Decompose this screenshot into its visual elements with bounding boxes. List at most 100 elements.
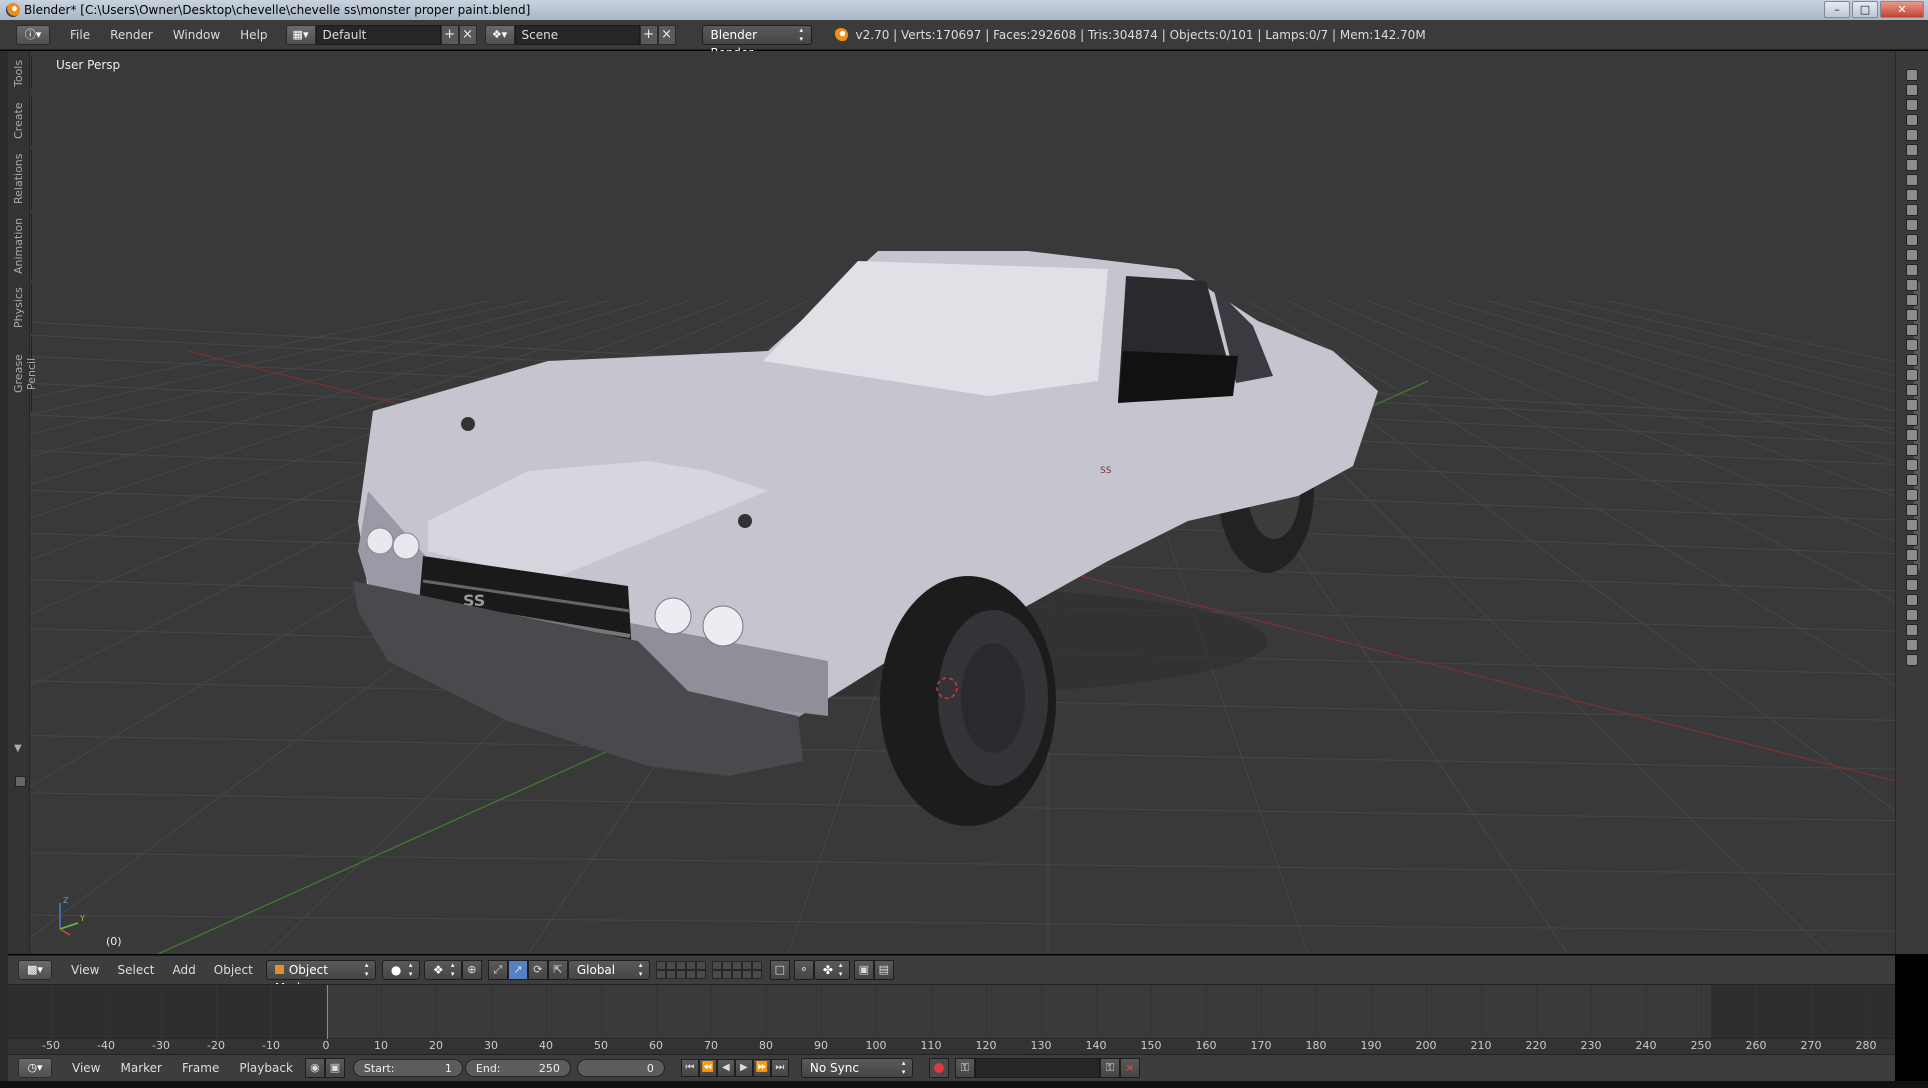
sync-mode-dropdown[interactable]: No Sync <box>800 1058 913 1078</box>
visibility-toggle-icon[interactable] <box>1906 309 1918 321</box>
visibility-toggle-icon[interactable] <box>1906 594 1918 606</box>
visibility-toggle-icon[interactable] <box>1906 144 1918 156</box>
manipulator-icon[interactable]: ⤢ <box>487 960 508 980</box>
screen-layout-icon[interactable]: ▦▾ <box>285 24 316 45</box>
manipulator-toggle-icon[interactable]: ⊕ <box>461 960 482 980</box>
jump-start-icon[interactable]: ⏮ <box>680 1059 699 1077</box>
visibility-toggle-icon[interactable] <box>1906 474 1918 486</box>
menu-select[interactable]: Select <box>108 963 163 977</box>
visibility-toggle-icon[interactable] <box>1906 234 1918 246</box>
transform-orientation-dropdown[interactable]: Global <box>567 960 650 980</box>
visibility-toggle-icon[interactable] <box>1906 159 1918 171</box>
visibility-toggle-icon[interactable] <box>1906 579 1918 591</box>
visibility-toggle-icon[interactable] <box>1906 654 1918 666</box>
visibility-toggle-icon[interactable] <box>1906 339 1918 351</box>
visibility-toggle-icon[interactable] <box>1906 99 1918 111</box>
3d-viewport[interactable]: SS SS Z Y <box>8 51 1895 954</box>
visibility-toggle-icon[interactable] <box>1906 294 1918 306</box>
visibility-toggle-icon[interactable] <box>1906 264 1918 276</box>
tab-physics[interactable]: Physics <box>12 283 32 333</box>
timeline[interactable]: -50 -40 -30 -20 -10 0 10 20 30 40 50 60 70 80 90 100 110… <box>8 984 1895 1054</box>
remove-screen-icon[interactable]: × <box>458 24 477 45</box>
visibility-toggle-icon[interactable] <box>1906 549 1918 561</box>
visibility-toggle-icon[interactable] <box>1906 504 1918 516</box>
record-icon[interactable] <box>928 1058 949 1078</box>
layer-group-2[interactable] <box>711 961 762 979</box>
active-keying-set-field[interactable] <box>974 1058 1100 1078</box>
visibility-toggle-icon[interactable] <box>1906 204 1918 216</box>
translate-manipulator-icon[interactable]: ↗ <box>507 960 528 980</box>
visibility-toggle-icon[interactable] <box>1906 174 1918 186</box>
visibility-toggle-icon[interactable] <box>1906 129 1918 141</box>
screen-layout-name[interactable]: Default <box>315 24 441 45</box>
viewport-shading-dropdown[interactable]: ● <box>381 960 420 980</box>
minimize-icon[interactable]: – <box>1824 1 1850 18</box>
menu-view[interactable]: View <box>62 963 108 977</box>
visibility-toggle-icon[interactable] <box>1906 219 1918 231</box>
menu-playback[interactable]: Playback <box>229 1061 303 1075</box>
editor-type-button[interactable]: ▩▾ <box>18 960 52 980</box>
remove-scene-icon[interactable]: × <box>657 24 676 45</box>
timeline-ruler[interactable]: -50 -40 -30 -20 -10 0 10 20 30 40 50 60 70 80 90 100 110… <box>8 1038 1895 1054</box>
pivot-point-dropdown[interactable]: ❖ <box>423 960 462 980</box>
toggle-shelf-icon[interactable] <box>15 776 26 787</box>
visibility-toggle-icon[interactable] <box>1906 459 1918 471</box>
visibility-toggle-icon[interactable] <box>1906 444 1918 456</box>
delete-keyframe-icon[interactable]: × <box>1119 1058 1140 1078</box>
tab-create[interactable]: Create <box>12 97 32 145</box>
visibility-toggle-icon[interactable] <box>1906 69 1918 81</box>
insert-keyframe-icon[interactable]: ⚿ <box>1099 1058 1120 1078</box>
visibility-toggle-icon[interactable] <box>1906 279 1918 291</box>
editor-type-button[interactable]: ⓘ▾ <box>16 24 50 45</box>
visibility-toggle-icon[interactable] <box>1906 399 1918 411</box>
layer-group-1[interactable] <box>655 961 706 979</box>
visibility-toggle-icon[interactable] <box>1906 624 1918 636</box>
start-frame-field[interactable]: Start: 1 <box>352 1059 463 1077</box>
visibility-toggle-icon[interactable] <box>1906 414 1918 426</box>
tab-animation[interactable]: Animation <box>12 213 32 279</box>
tab-tools[interactable]: Tools <box>12 57 32 89</box>
preview-range-icon[interactable]: ◉ <box>304 1058 325 1078</box>
menu-add[interactable]: Add <box>164 963 205 977</box>
visibility-toggle-icon[interactable] <box>1906 564 1918 576</box>
visibility-toggle-icon[interactable] <box>1906 609 1918 621</box>
visibility-toggle-icon[interactable] <box>1906 384 1918 396</box>
render-animation-icon[interactable]: ▤ <box>873 960 894 980</box>
play-reverse-icon[interactable]: ◀ <box>716 1059 735 1077</box>
menu-frame[interactable]: Frame <box>172 1061 229 1075</box>
jump-end-icon[interactable]: ⏭ <box>770 1059 789 1077</box>
visibility-toggle-icon[interactable] <box>1906 84 1918 96</box>
render-engine-dropdown[interactable]: Blender Render <box>701 24 812 60</box>
visibility-toggle-icon[interactable] <box>1906 369 1918 381</box>
keying-set-icon[interactable]: ⚿ <box>954 1058 975 1078</box>
end-frame-field[interactable]: End: 250 <box>464 1059 571 1077</box>
visibility-toggle-icon[interactable] <box>1906 189 1918 201</box>
scene-name[interactable]: Scene <box>514 24 640 45</box>
visibility-toggle-icon[interactable] <box>1906 354 1918 366</box>
visibility-toggle-icon[interactable] <box>1906 519 1918 531</box>
visibility-toggle-icon[interactable] <box>1906 639 1918 651</box>
menu-object[interactable]: Object <box>205 963 262 977</box>
play-icon[interactable]: ▶ <box>734 1059 753 1077</box>
tab-relations[interactable]: Relations <box>12 149 32 209</box>
visibility-toggle-icon[interactable] <box>1906 249 1918 261</box>
visibility-toggle-icon[interactable] <box>1906 114 1918 126</box>
render-still-icon[interactable]: ▣ <box>853 960 874 980</box>
mode-dropdown[interactable]: Object Mode <box>265 960 376 995</box>
scene-icon[interactable]: ❖▾ <box>484 24 515 45</box>
menu-marker[interactable]: Marker <box>110 1061 171 1075</box>
editor-type-button[interactable]: ◷▾ <box>18 1058 52 1078</box>
jump-keyframe-forward-icon[interactable]: ⏩ <box>752 1059 771 1077</box>
visibility-toggle-icon[interactable] <box>1906 324 1918 336</box>
menu-file[interactable]: File <box>60 28 100 42</box>
menu-render[interactable]: Render <box>100 28 163 42</box>
scene-layers[interactable] <box>655 961 762 979</box>
tab-grease-pencil[interactable]: Grease Pencil <box>12 337 38 411</box>
visibility-toggle-icon[interactable] <box>1906 489 1918 501</box>
collapse-arrow-icon[interactable]: ▼ <box>14 743 22 754</box>
menu-window[interactable]: Window <box>163 28 230 42</box>
snap-dropdown[interactable]: ✤ <box>813 960 850 980</box>
close-icon[interactable]: ✕ <box>1880 1 1924 18</box>
menu-help[interactable]: Help <box>230 28 277 42</box>
rotate-manipulator-icon[interactable]: ⟳ <box>527 960 548 980</box>
